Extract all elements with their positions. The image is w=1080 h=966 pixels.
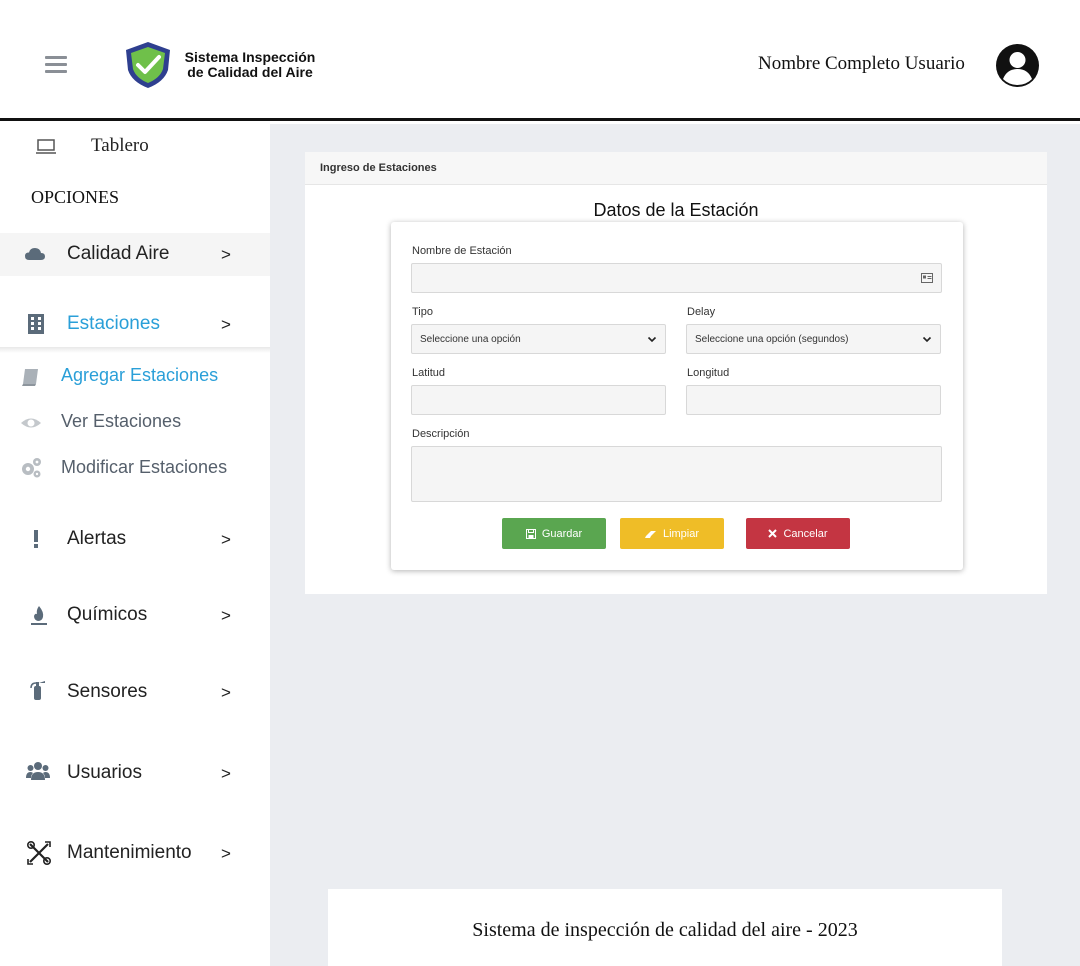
sidebar-item-quimicos[interactable]: Químicos > — [0, 600, 270, 630]
nombre-input[interactable] — [411, 263, 942, 293]
station-form: Nombre de Estación Tipo Seleccione una o… — [391, 222, 963, 570]
main-content: Ingreso de Estaciones Datos de la Estaci… — [270, 124, 1080, 966]
divider — [0, 347, 270, 353]
clear-button-label: Limpiar — [662, 527, 700, 540]
chevron-right-icon: > — [221, 315, 231, 334]
chevron-down-icon — [647, 336, 657, 343]
floppy-disk-icon — [525, 528, 536, 539]
chevron-right-icon: > — [221, 764, 231, 783]
card-header: Ingreso de Estaciones — [305, 152, 1047, 185]
tipo-select[interactable]: Seleccione una opción — [411, 324, 666, 354]
sidebar-item-label: Mantenimiento — [67, 842, 192, 863]
sidebar-item-label: Químicos — [67, 604, 148, 625]
app-title-line1: Sistema Inspección — [184, 49, 316, 65]
gears-icon — [22, 458, 41, 478]
latitud-input[interactable] — [411, 385, 666, 415]
fire-icon — [31, 606, 47, 625]
longitud-label: Longitud — [687, 367, 730, 379]
app-title-line2: de Calidad del Aire — [187, 64, 313, 80]
building-icon — [28, 314, 44, 334]
submenu-label: Agregar Estaciones — [61, 365, 219, 385]
submenu-item-modificar[interactable]: Modificar Estaciones — [0, 454, 270, 484]
delay-label: Delay — [687, 306, 716, 318]
sidebar-item-calidad-aire[interactable]: Calidad Aire > — [0, 233, 270, 276]
sidebar-item-label: Usuarios — [67, 762, 142, 783]
submenu-label: Ver Estaciones — [61, 411, 182, 431]
chevron-right-icon: > — [221, 530, 231, 549]
footer: Sistema de inspección de calidad del air… — [328, 889, 1002, 966]
top-header: Sistema Inspección de Calidad del Aire N… — [0, 0, 1080, 121]
chevron-right-icon: > — [221, 844, 231, 863]
menu-icon[interactable] — [45, 56, 67, 74]
sidebar-item-mantenimiento[interactable]: Mantenimiento > — [0, 838, 270, 868]
descripcion-textarea[interactable] — [411, 446, 942, 502]
cloud-icon — [25, 248, 45, 260]
eye-icon — [21, 418, 41, 428]
clear-button[interactable]: Limpiar — [620, 518, 724, 549]
sidebar-item-tablero[interactable]: Tablero — [0, 132, 270, 162]
close-icon — [768, 529, 778, 538]
sidebar-item-sensores[interactable]: Sensores > — [0, 677, 270, 707]
sidebar: Tablero OPCIONES Calidad Aire > Estacion… — [0, 124, 270, 966]
users-icon — [26, 762, 50, 780]
laptop-icon — [36, 139, 56, 154]
shield-check-logo — [126, 42, 170, 88]
chevron-down-icon — [922, 336, 932, 343]
tools-icon — [26, 840, 51, 865]
form-title: Datos de la Estación — [593, 200, 759, 220]
station-card: Ingreso de Estaciones Datos de la Estaci… — [305, 152, 1047, 594]
chevron-right-icon: > — [221, 606, 231, 625]
book-icon — [22, 369, 38, 386]
user-avatar-icon[interactable] — [995, 43, 1040, 88]
delay-select[interactable]: Seleccione una opción (segundos) — [686, 324, 941, 354]
sidebar-item-usuarios[interactable]: Usuarios > — [0, 758, 270, 788]
footer-text: Sistema de inspección de calidad del air… — [472, 919, 858, 941]
submenu-item-ver[interactable]: Ver Estaciones — [0, 408, 270, 438]
sidebar-item-estaciones[interactable]: Estaciones > — [0, 307, 270, 341]
sidebar-item-label: Calidad Aire — [67, 243, 170, 264]
app-title: Sistema Inspección de Calidad del Aire — [176, 50, 324, 80]
sidebar-item-alertas[interactable]: Alertas > — [0, 524, 270, 554]
tipo-label: Tipo — [412, 306, 433, 318]
eraser-icon — [644, 530, 656, 538]
latitud-label: Latitud — [412, 367, 446, 379]
cancel-button-label: Cancelar — [783, 527, 828, 540]
save-button-label: Guardar — [541, 527, 583, 540]
tipo-selected: Seleccione una opción — [420, 333, 521, 345]
chevron-right-icon: > — [221, 683, 231, 702]
section-label-opciones: OPCIONES — [31, 187, 120, 207]
nombre-label: Nombre de Estación — [412, 245, 512, 257]
chevron-right-icon: > — [221, 245, 231, 264]
user-name[interactable]: Nombre Completo Usuario — [758, 53, 965, 75]
longitud-input[interactable] — [686, 385, 941, 415]
id-card-icon — [921, 273, 933, 283]
descripcion-label: Descripción — [412, 428, 470, 440]
sidebar-item-label: Alertas — [67, 528, 127, 549]
save-button[interactable]: Guardar — [502, 518, 606, 549]
sidebar-item-label: Sensores — [67, 681, 148, 702]
extinguisher-icon — [30, 681, 45, 700]
submenu-item-agregar[interactable]: Agregar Estaciones — [0, 362, 270, 392]
sidebar-item-label: Tablero — [91, 135, 149, 156]
submenu-label: Modificar Estaciones — [61, 457, 228, 477]
cancel-button[interactable]: Cancelar — [746, 518, 850, 549]
delay-selected: Seleccione una opción (segundos) — [695, 333, 849, 345]
exclamation-icon — [34, 530, 38, 548]
sidebar-item-label: Estaciones — [67, 313, 160, 334]
